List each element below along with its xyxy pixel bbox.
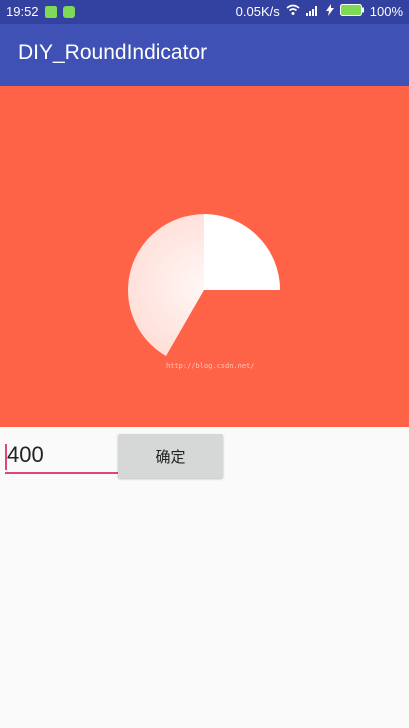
wifi-icon: [286, 4, 300, 19]
watermark-text: http://blog.csdn.net/: [166, 362, 255, 370]
signal-icon: [305, 4, 320, 19]
notification-icon: [62, 5, 75, 18]
battery-saver-icon: [44, 5, 57, 18]
network-speed: 0.05K/s: [235, 4, 280, 19]
battery-percent: 100%: [369, 4, 403, 19]
input-underline: [5, 472, 118, 474]
status-time: 19:52: [6, 4, 39, 19]
input-value: 400: [7, 442, 44, 467]
confirm-button[interactable]: 确定: [118, 434, 223, 478]
app-title: DIY_RoundIndicator: [18, 41, 208, 64]
status-right: 0.05K/s 100%: [236, 4, 403, 19]
indicator-panel: [0, 86, 409, 427]
round-indicator: [128, 214, 280, 356]
app-bar: DIY_RoundIndicator: [0, 24, 409, 86]
status-left: 19:52: [6, 4, 75, 19]
value-input[interactable]: 400: [5, 441, 115, 471]
status-bar: 19:52 0.05K/s 100%: [0, 0, 409, 24]
charging-icon: [325, 4, 334, 19]
battery-icon: [339, 4, 364, 19]
